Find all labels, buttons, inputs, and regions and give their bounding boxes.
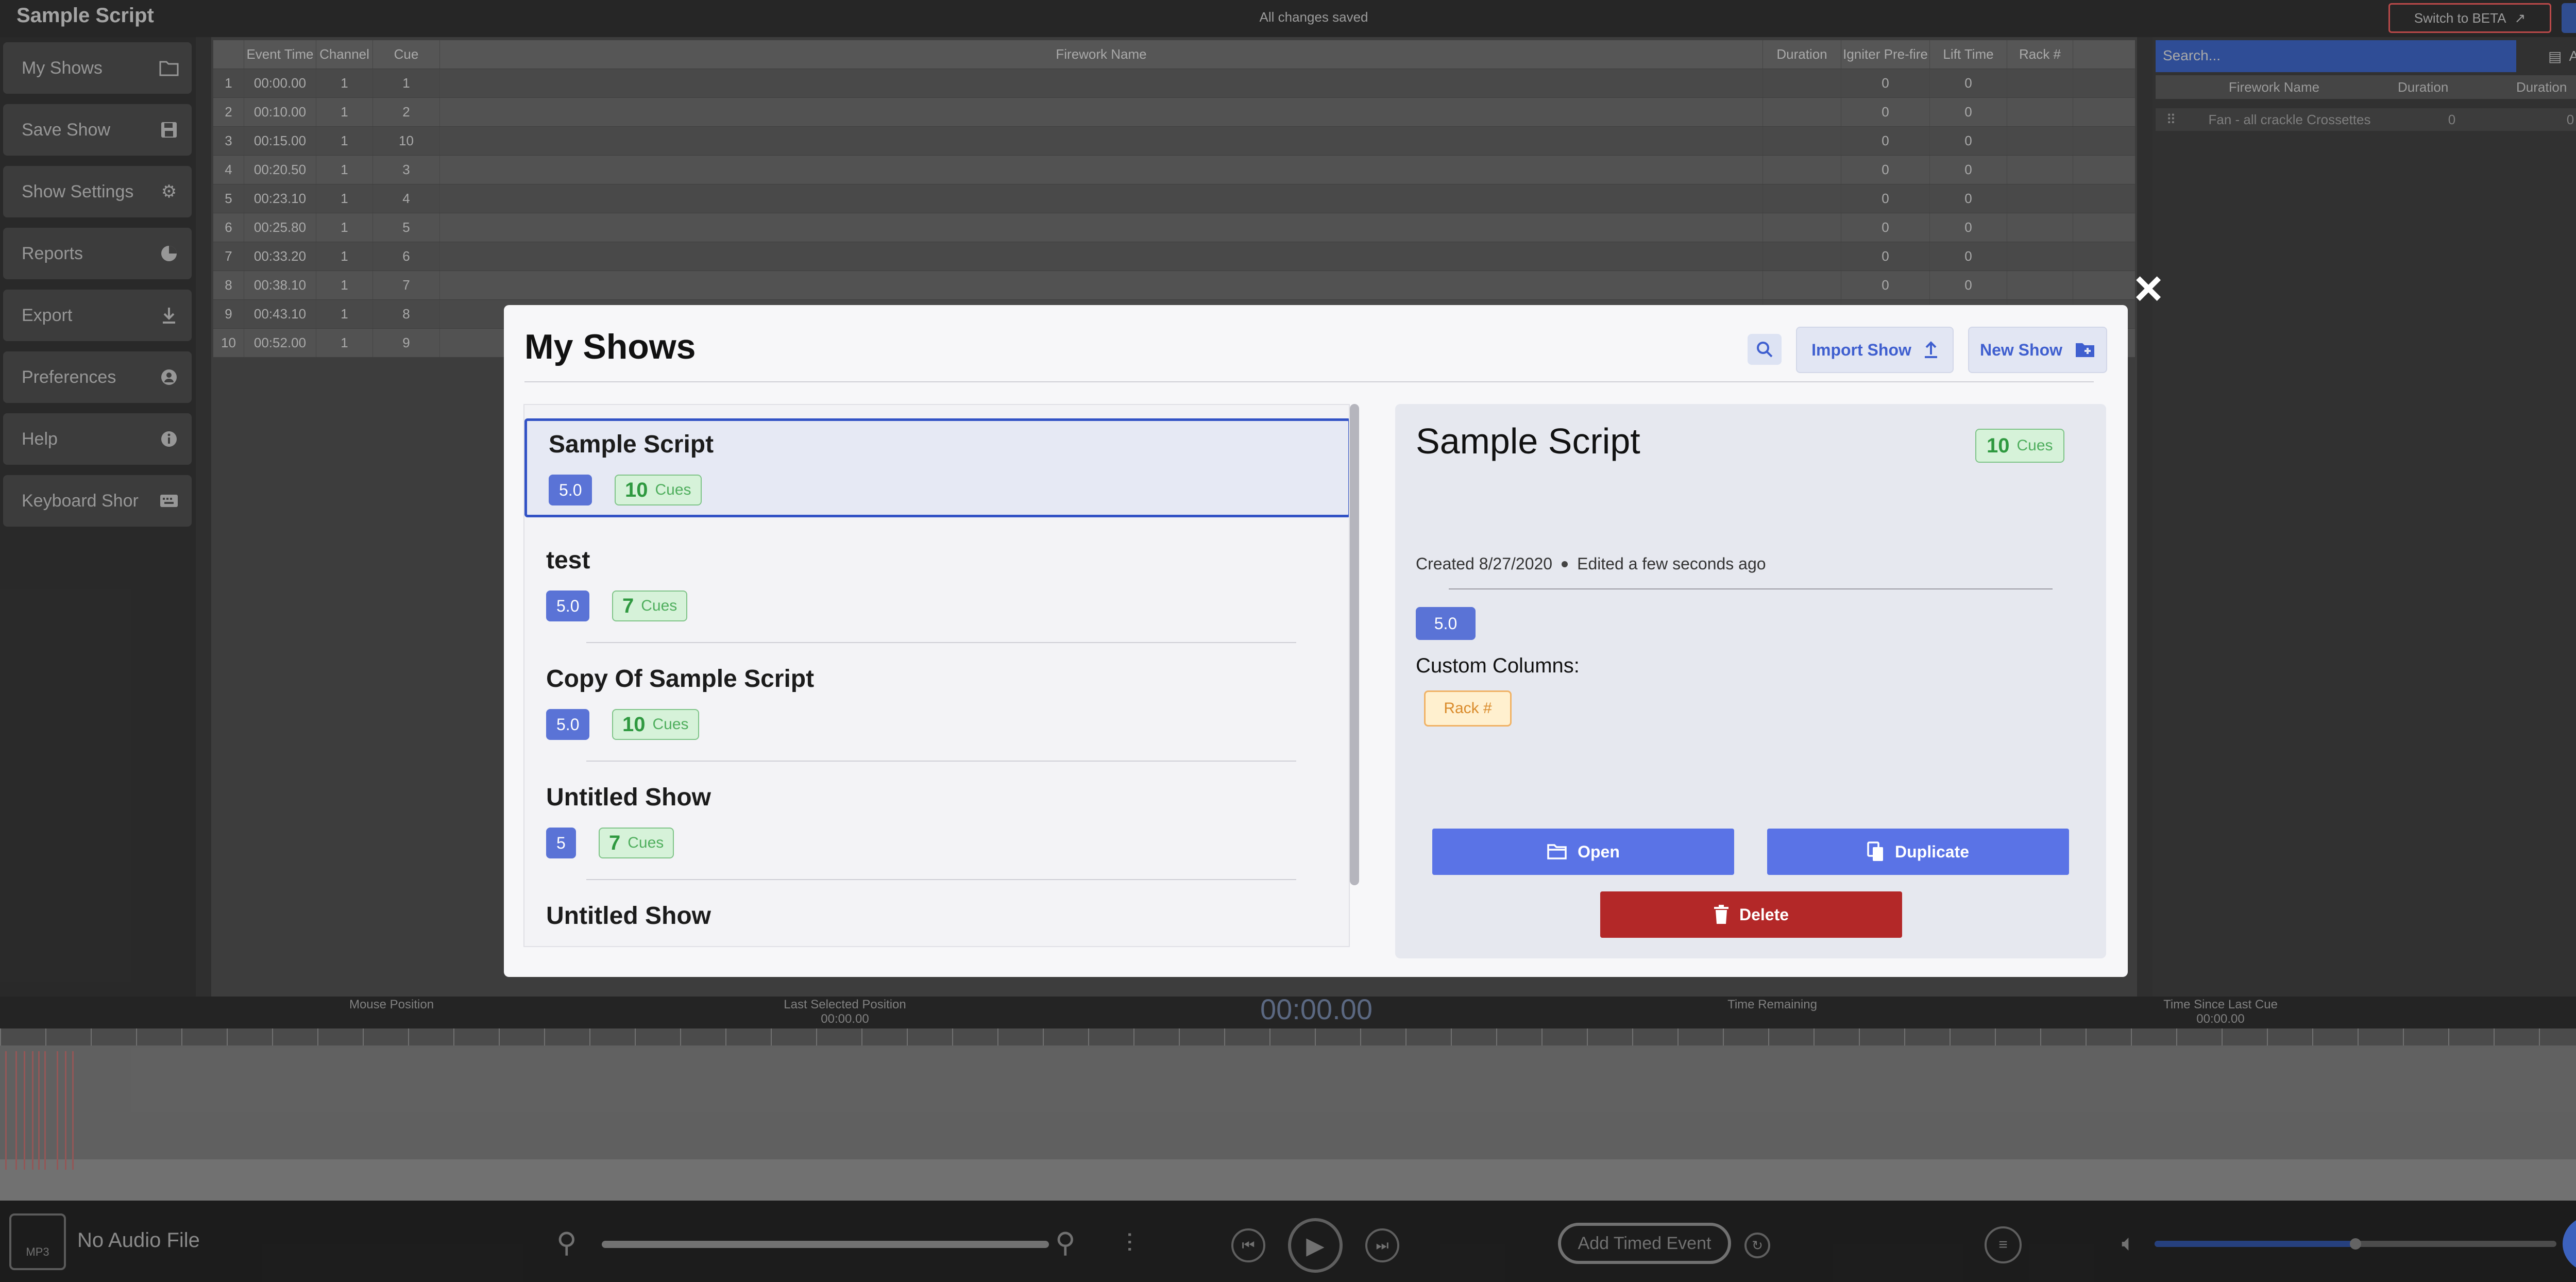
cue-count: 10 xyxy=(625,478,648,501)
show-list-item[interactable]: Sample Script 5.0 10 Cues xyxy=(524,418,1349,517)
version-badge: 5.0 xyxy=(549,475,592,505)
duplicate-button[interactable]: Duplicate xyxy=(1767,829,2069,875)
cue-count: 10 xyxy=(622,713,646,736)
custom-columns-label: Custom Columns: xyxy=(1416,654,1580,677)
import-show-button[interactable]: Import Show xyxy=(1796,327,1954,373)
show-name: Sample Script xyxy=(549,431,714,458)
cue-count: 7 xyxy=(622,594,634,617)
cue-unit: Cues xyxy=(641,597,677,614)
detail-meta: Created 8/27/2020 Edited a few seconds a… xyxy=(1416,554,1766,573)
cue-count: 10 xyxy=(1987,434,2010,457)
open-button[interactable]: Open xyxy=(1432,829,1734,875)
cue-unit: Cues xyxy=(2016,437,2053,454)
delete-button[interactable]: Delete xyxy=(1600,891,1902,938)
list-separator xyxy=(586,879,1296,880)
meta-separator-dot xyxy=(1562,561,1568,567)
show-list-item[interactable]: Untitled Show 5 7 Cues xyxy=(524,774,1349,880)
show-list-item[interactable]: Untitled Show xyxy=(524,892,1349,946)
detail-divider xyxy=(1449,588,2053,589)
show-name: Untitled Show xyxy=(546,784,711,811)
trash-icon xyxy=(1714,905,1728,924)
cue-unit: Cues xyxy=(655,481,691,498)
duplicate-label: Duplicate xyxy=(1894,842,1970,861)
created-date: Created 8/27/2020 xyxy=(1416,554,1553,573)
show-detail-panel xyxy=(1395,404,2106,958)
cue-unit: Cues xyxy=(652,716,689,733)
delete-label: Delete xyxy=(1739,905,1789,924)
show-list: Sample Script 5.0 10 Cues test 5.0 7 Cue… xyxy=(523,404,1350,947)
dialog-title: My Shows xyxy=(524,327,696,366)
show-name: Untitled Show xyxy=(546,902,711,930)
search-button[interactable] xyxy=(1748,334,1782,365)
detail-title: Sample Script xyxy=(1416,421,1640,461)
show-list-item[interactable]: Copy Of Sample Script 5.0 10 Cues xyxy=(524,655,1349,762)
cue-count-badge: 10 Cues xyxy=(615,475,702,505)
import-label: Import Show xyxy=(1811,340,1911,359)
cue-count-badge: 7 Cues xyxy=(599,828,674,858)
open-label: Open xyxy=(1578,842,1620,861)
folder-plus-icon xyxy=(2076,343,2094,357)
version-badge: 5 xyxy=(546,828,576,858)
show-name: test xyxy=(546,547,590,574)
version-badge: 5.0 xyxy=(546,591,590,621)
new-show-button[interactable]: New Show xyxy=(1968,327,2107,373)
detail-version-badge: 5.0 xyxy=(1416,607,1476,640)
show-list-scrollbar[interactable] xyxy=(1350,404,1359,885)
version-badge: 5.0 xyxy=(546,709,590,740)
search-icon xyxy=(1757,342,1773,358)
new-show-label: New Show xyxy=(1979,340,2062,359)
cue-count-badge: 10 Cues xyxy=(612,709,699,740)
show-list-item[interactable]: test 5.0 7 Cues xyxy=(524,537,1349,643)
folder-open-icon xyxy=(1547,844,1567,859)
upload-icon xyxy=(1924,341,1937,358)
close-icon[interactable]: × xyxy=(2125,264,2172,313)
list-separator xyxy=(586,642,1296,643)
cue-count: 7 xyxy=(609,831,621,854)
copy-icon xyxy=(1867,841,1883,861)
dialog-divider xyxy=(524,381,2094,382)
show-name: Copy Of Sample Script xyxy=(546,665,815,693)
cue-unit: Cues xyxy=(628,834,664,851)
list-separator xyxy=(586,761,1296,762)
detail-cue-count-badge: 10 Cues xyxy=(1975,429,2064,463)
custom-column-chip: Rack # xyxy=(1424,690,1512,727)
edited-time: Edited a few seconds ago xyxy=(1577,554,1766,573)
cue-count-badge: 7 Cues xyxy=(612,591,688,621)
